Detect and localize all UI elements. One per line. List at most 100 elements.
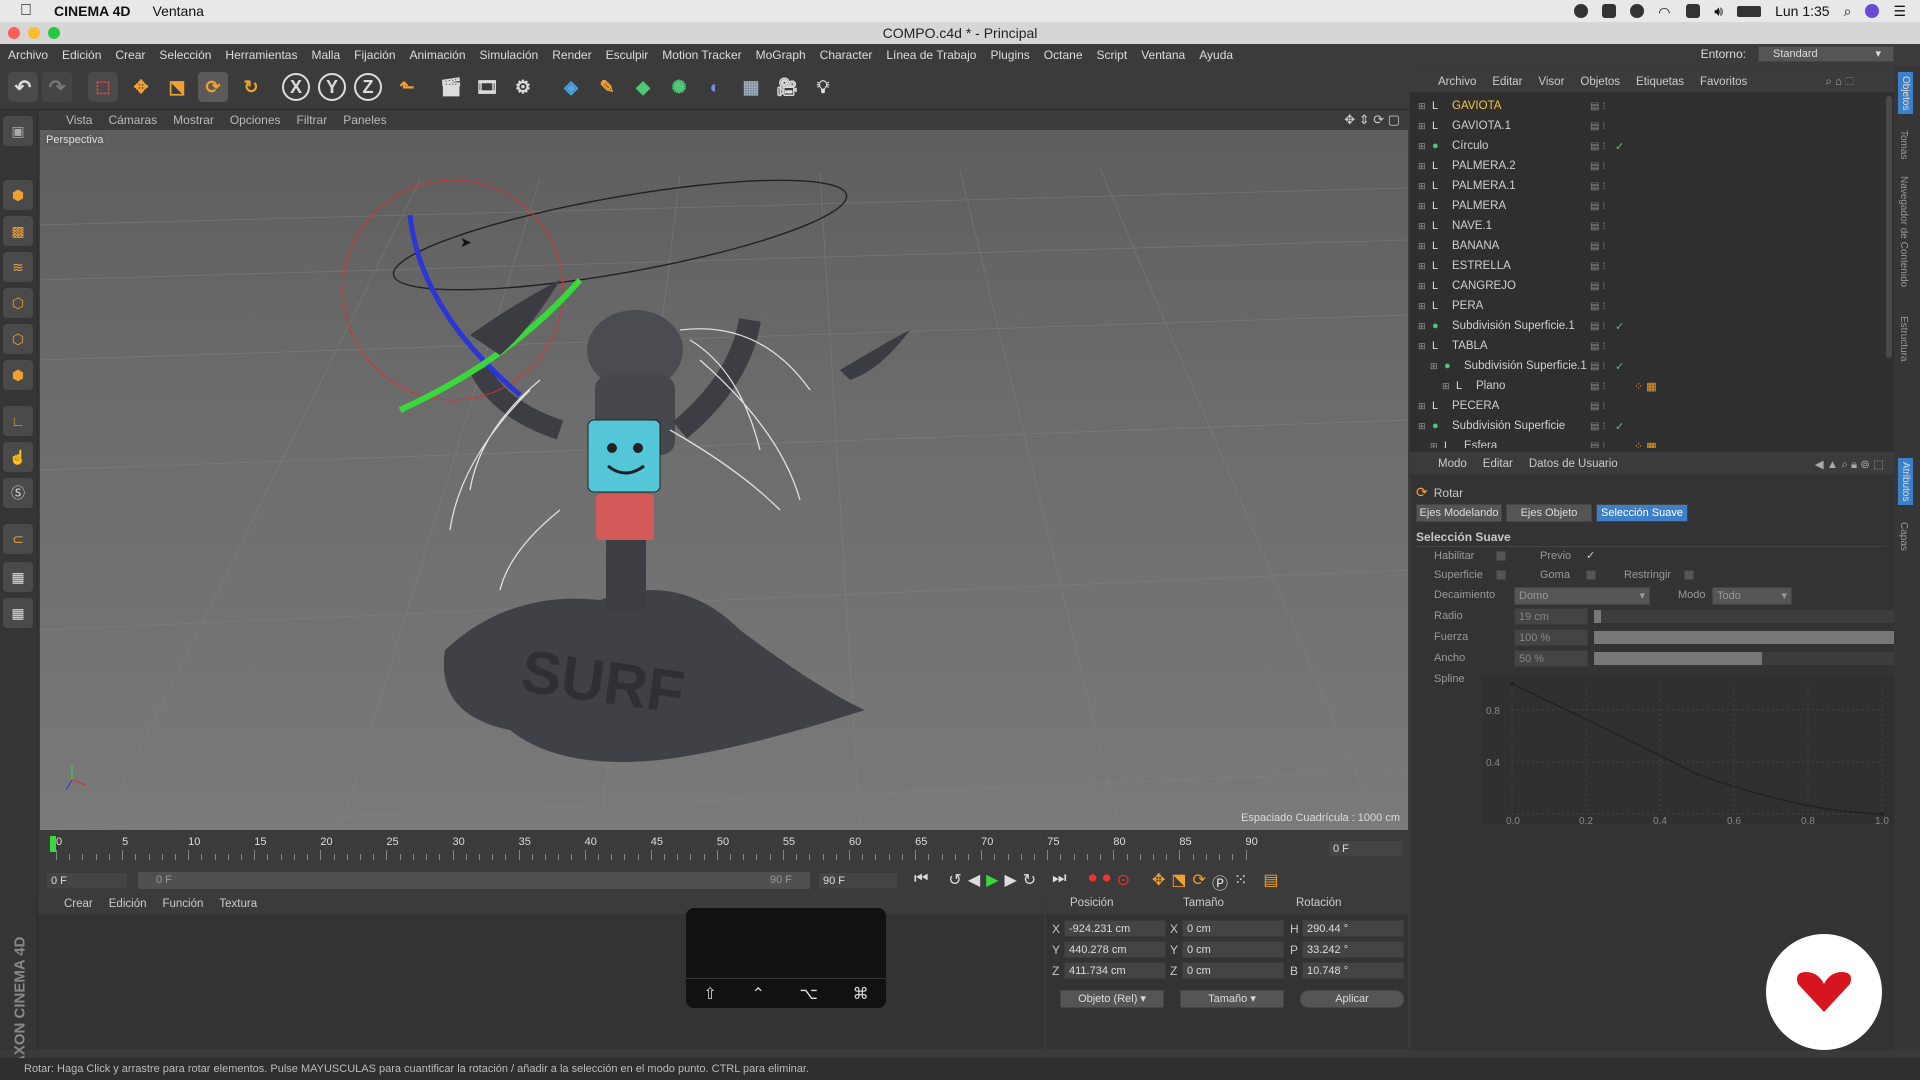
enabled-check-icon[interactable]: ✓ bbox=[1615, 320, 1624, 333]
expand-toggle-icon[interactable]: ⊞ bbox=[1418, 401, 1432, 412]
material-tag-icon[interactable]: ⁘ ▦ bbox=[1634, 440, 1657, 449]
material-menu-textura[interactable]: Textura bbox=[219, 898, 257, 910]
menu-script[interactable]: Script bbox=[1097, 48, 1128, 62]
expand-toggle-icon[interactable]: ⊞ bbox=[1418, 201, 1432, 212]
fuerza-slider[interactable] bbox=[1594, 631, 1920, 644]
vtab-estructura[interactable]: Estructura bbox=[1898, 316, 1909, 362]
timeline-window-icon[interactable]: ▤ bbox=[1263, 870, 1278, 894]
airplay-icon[interactable] bbox=[1686, 4, 1701, 18]
workplane-mode-icon[interactable]: ≋ bbox=[3, 252, 33, 282]
enabled-check-icon[interactable]: ✓ bbox=[1615, 420, 1624, 433]
material-menu-funcion[interactable]: Función bbox=[162, 898, 203, 910]
objects-menu-editar[interactable]: Editar bbox=[1492, 76, 1522, 88]
object-name[interactable]: CANGREJO bbox=[1452, 280, 1602, 292]
locked-workplane-icon[interactable]: ▦ bbox=[3, 598, 33, 628]
coords-mode-dropdown[interactable]: Objeto (Rel) ▾ bbox=[1060, 990, 1164, 1008]
expand-toggle-icon[interactable]: ⊞ bbox=[1418, 161, 1432, 172]
live-selection-button[interactable]: ⬚ bbox=[88, 72, 118, 102]
menu-edicion[interactable]: Edición bbox=[62, 48, 101, 62]
expand-toggle-icon[interactable]: ⊞ bbox=[1430, 441, 1444, 449]
fuerza-field[interactable]: 100 % bbox=[1514, 629, 1588, 646]
zoom-window-icon[interactable] bbox=[48, 27, 60, 39]
object-row[interactable]: ⊞ L Plano ▤ ⁝ ⁘ ▦ bbox=[1410, 376, 1894, 396]
points-mode-icon[interactable]: ⬡ bbox=[3, 288, 33, 318]
viewport-menu-camaras[interactable]: Cámaras bbox=[108, 113, 157, 127]
magnet-icon[interactable]: ⊂ bbox=[3, 524, 33, 554]
vtab-tomas[interactable]: Tomas bbox=[1898, 130, 1909, 159]
expand-toggle-icon[interactable]: ⊞ bbox=[1418, 141, 1432, 152]
coordinate-system-button[interactable]: ⬑ bbox=[392, 72, 422, 102]
viewport-menu-vista[interactable]: Vista bbox=[66, 113, 92, 127]
object-name[interactable]: Subdivisión Superficie.1 bbox=[1452, 320, 1602, 332]
visibility-toggle-icon[interactable]: ▤ ⁝ bbox=[1590, 381, 1605, 392]
object-row[interactable]: ⊞ L ESTRELLA ▤ ⁝ bbox=[1410, 256, 1894, 276]
siri-icon[interactable] bbox=[1865, 4, 1880, 18]
next-key-icon[interactable]: ↻ bbox=[1023, 870, 1036, 894]
viewport-perspective[interactable]: SURF Perspectiva Espaciado Cuadrícula : … bbox=[40, 130, 1408, 830]
attr-menu-datos-usuario[interactable]: Datos de Usuario bbox=[1529, 458, 1618, 470]
key-scale-icon[interactable]: ⬔ bbox=[1171, 870, 1186, 894]
recent-tool-button[interactable]: ↻ bbox=[236, 72, 266, 102]
rotate-tool-button[interactable]: ⟳ bbox=[198, 72, 228, 102]
visibility-toggle-icon[interactable]: ▤ ⁝ bbox=[1590, 241, 1605, 252]
object-name[interactable]: TABLA bbox=[1452, 340, 1602, 352]
menu-plugins[interactable]: Plugins bbox=[990, 48, 1029, 62]
expand-toggle-icon[interactable]: ⊞ bbox=[1418, 101, 1432, 112]
material-menu-crear[interactable]: Crear bbox=[64, 898, 93, 910]
battery-icon[interactable] bbox=[1737, 5, 1762, 17]
polygons-mode-icon[interactable]: ⬢ bbox=[3, 360, 33, 390]
object-name[interactable]: ESTRELLA bbox=[1452, 260, 1602, 272]
attr-menu-editar[interactable]: Editar bbox=[1483, 458, 1513, 470]
ancho-slider[interactable] bbox=[1594, 652, 1920, 665]
object-name[interactable]: PALMERA.1 bbox=[1452, 180, 1602, 192]
cloner-button[interactable]: ✺ bbox=[664, 72, 694, 102]
mac-app-name[interactable]: CINEMA 4D bbox=[54, 3, 131, 19]
expand-toggle-icon[interactable]: ⊞ bbox=[1418, 241, 1432, 252]
redo-button[interactable]: ↷ bbox=[42, 72, 72, 102]
object-row[interactable]: ⊞ L GAVIOTA ▤ ⁝ bbox=[1410, 96, 1894, 116]
light-button[interactable]: 💡︎ bbox=[808, 72, 838, 102]
tab-seleccion-suave[interactable]: Selección Suave bbox=[1596, 504, 1688, 522]
key-pla-icon[interactable]: ⁙ bbox=[1234, 870, 1247, 894]
object-row[interactable]: ⊞ L GAVIOTA.1 ▤ ⁝ bbox=[1410, 116, 1894, 136]
logo-badge[interactable] bbox=[1766, 934, 1882, 1050]
viewport-nav-icons[interactable]: ✥ ⇕ ⟳ ▢ bbox=[1344, 112, 1400, 128]
object-name[interactable]: NAVE.1 bbox=[1452, 220, 1602, 232]
size-y-field[interactable]: 0 cm bbox=[1182, 941, 1284, 958]
object-name[interactable]: GAVIOTA.1 bbox=[1452, 120, 1602, 132]
viewport-menu-filtrar[interactable]: Filtrar bbox=[297, 113, 328, 127]
object-row[interactable]: ⊞ ● Círculo ▤ ⁝ ✓ bbox=[1410, 136, 1894, 156]
visibility-toggle-icon[interactable]: ▤ ⁝ bbox=[1590, 401, 1605, 412]
visibility-toggle-icon[interactable]: ▤ ⁝ bbox=[1590, 121, 1605, 132]
visibility-toggle-icon[interactable]: ▤ ⁝ bbox=[1590, 101, 1605, 112]
visibility-toggle-icon[interactable]: ▤ ⁝ bbox=[1590, 321, 1605, 332]
modo-dropdown[interactable]: Todo ▾ bbox=[1712, 587, 1792, 605]
snap-icon[interactable]: Ⓢ bbox=[3, 478, 33, 508]
vtab-objetos[interactable]: Objetos bbox=[1898, 72, 1913, 115]
menu-animacion[interactable]: Animación bbox=[410, 48, 466, 62]
visibility-toggle-icon[interactable]: ▤ ⁝ bbox=[1590, 301, 1605, 312]
floor-button[interactable]: ▦ bbox=[736, 72, 766, 102]
objects-search-icon[interactable]: ⌕ ⌂ ⬚ bbox=[1825, 76, 1854, 89]
object-row[interactable]: ⊞ L NAVE.1 ▤ ⁝ bbox=[1410, 216, 1894, 236]
key-rotation-icon[interactable]: ⟳ bbox=[1193, 870, 1206, 894]
deformer-button[interactable]: ◐ bbox=[700, 72, 730, 102]
objects-menu-objetos[interactable]: Objetos bbox=[1580, 76, 1620, 88]
prev-frame-icon[interactable]: ◀ bbox=[968, 870, 980, 894]
menu-motion-tracker[interactable]: Motion Tracker bbox=[662, 48, 741, 62]
object-row[interactable]: ⊞ L TABLA ▤ ⁝ bbox=[1410, 336, 1894, 356]
object-name[interactable]: Subdivisión Superficie bbox=[1452, 420, 1602, 432]
object-name[interactable]: PERA bbox=[1452, 300, 1602, 312]
render-settings-button[interactable]: ⚙ bbox=[508, 72, 538, 102]
visibility-toggle-icon[interactable]: ▤ ⁝ bbox=[1590, 261, 1605, 272]
expand-toggle-icon[interactable]: ⊞ bbox=[1418, 321, 1432, 332]
pos-y-field[interactable]: 440.278 cm bbox=[1064, 941, 1166, 958]
coords-size-dropdown[interactable]: Tamaño ▾ bbox=[1180, 990, 1284, 1008]
cube-object-button[interactable]: ◈ bbox=[556, 72, 586, 102]
workplane-icon[interactable]: ▦ bbox=[3, 562, 33, 592]
object-name[interactable]: Plano bbox=[1476, 380, 1602, 392]
visibility-toggle-icon[interactable]: ▤ ⁝ bbox=[1590, 221, 1605, 232]
expand-toggle-icon[interactable]: ⊞ bbox=[1418, 421, 1432, 432]
visibility-toggle-icon[interactable]: ▤ ⁝ bbox=[1590, 341, 1605, 352]
object-row[interactable]: ⊞ L PALMERA.1 ▤ ⁝ bbox=[1410, 176, 1894, 196]
